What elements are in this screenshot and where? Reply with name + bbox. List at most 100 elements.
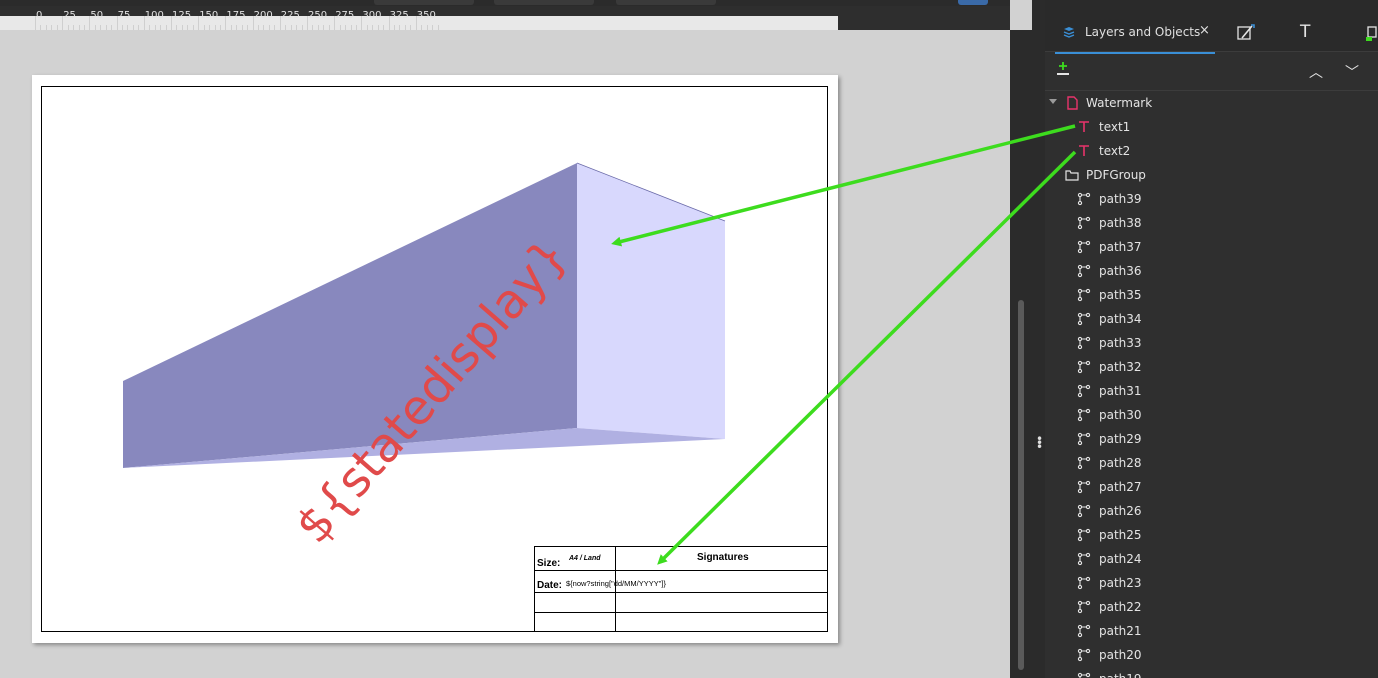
title-block-row-line bbox=[535, 612, 827, 613]
ruler-tick bbox=[279, 16, 281, 30]
ruler-tick bbox=[62, 16, 64, 30]
ruler-tick bbox=[307, 16, 308, 30]
object-row[interactable]: path28 bbox=[1045, 451, 1378, 475]
layers-icon bbox=[1063, 27, 1075, 38]
close-icon[interactable]: × bbox=[1199, 23, 1210, 38]
tree-item-label: path25 bbox=[1099, 528, 1142, 542]
ruler-tick-label: 200 bbox=[253, 10, 273, 21]
ruler-tick-label: 325 bbox=[389, 10, 409, 21]
layers-toolbar: ︿ ﹀ bbox=[1045, 52, 1378, 91]
tree-item-label: path22 bbox=[1099, 600, 1142, 614]
object-row[interactable]: path29 bbox=[1045, 427, 1378, 451]
tab-layers-and-objects[interactable]: Layers and Objects × bbox=[1055, 14, 1215, 54]
ruler-tick-label: 0 bbox=[36, 10, 43, 21]
tree-item-label: path37 bbox=[1099, 240, 1142, 254]
toolbar-button[interactable] bbox=[616, 0, 716, 5]
vertical-scrollbar[interactable] bbox=[1010, 30, 1032, 678]
tree-item-label: text1 bbox=[1099, 120, 1131, 134]
ruler-tick-label: 175 bbox=[226, 10, 246, 21]
object-row[interactable]: path33 bbox=[1045, 331, 1378, 355]
ruler-tick bbox=[415, 16, 417, 30]
tree-item-label: path20 bbox=[1099, 648, 1142, 662]
object-row[interactable]: path36 bbox=[1045, 259, 1378, 283]
ruler-tick bbox=[143, 16, 145, 30]
scrollbar-thumb[interactable] bbox=[1018, 300, 1024, 670]
layers-tree[interactable]: Watermark text1 text2 PDFGroup path39 path38 p… bbox=[1045, 91, 1378, 678]
object-row[interactable]: path22 bbox=[1045, 595, 1378, 619]
more-tabs-icon[interactable] bbox=[1366, 24, 1378, 42]
panel-tab-bar: Layers and Objects × T bbox=[1045, 0, 1378, 54]
tab-layers-label: Layers and Objects bbox=[1085, 25, 1201, 39]
object-row[interactable]: path21 bbox=[1045, 619, 1378, 643]
ruler-tick-label: 250 bbox=[308, 10, 328, 21]
object-row[interactable]: path35 bbox=[1045, 283, 1378, 307]
tree-item-label: path26 bbox=[1099, 504, 1142, 518]
object-row[interactable]: text2 bbox=[1045, 139, 1378, 163]
object-row[interactable]: path19 bbox=[1045, 667, 1378, 678]
ruler-tick-label: 50 bbox=[90, 10, 104, 21]
ruler-tick-label: 225 bbox=[280, 10, 300, 21]
size-label: Size: bbox=[537, 558, 561, 569]
ruler-tick bbox=[116, 16, 118, 30]
tree-item-label: PDFGroup bbox=[1086, 168, 1146, 182]
document-page[interactable]: ${statedisplay} Size: A4 / Land Signatur… bbox=[32, 75, 838, 643]
ruler-tick-label: 125 bbox=[172, 10, 192, 21]
ruler-tick bbox=[334, 16, 336, 30]
title-block-row-line bbox=[535, 570, 827, 571]
object-row[interactable]: path31 bbox=[1045, 379, 1378, 403]
tree-item-label: Watermark bbox=[1086, 96, 1153, 110]
object-row[interactable]: path30 bbox=[1045, 403, 1378, 427]
drawing-canvas[interactable]: ${statedisplay} Size: A4 / Land Signatur… bbox=[0, 30, 1010, 678]
object-row[interactable]: path20 bbox=[1045, 643, 1378, 667]
ruler-tick bbox=[361, 16, 363, 30]
tree-item-label: path28 bbox=[1099, 456, 1142, 470]
layers-panel: Layers and Objects × T ︿ ﹀ Watermark text… bbox=[1045, 0, 1378, 678]
add-layer-icon[interactable] bbox=[1054, 60, 1072, 78]
ruler-outside-page bbox=[838, 6, 1010, 30]
object-row[interactable]: path26 bbox=[1045, 499, 1378, 523]
ruler-tick bbox=[252, 16, 254, 30]
ruler-tick-label: 100 bbox=[144, 10, 164, 21]
date-value: ${now?string["dd/MM/YYYY"]} bbox=[566, 579, 666, 588]
tree-item-label: path21 bbox=[1099, 624, 1142, 638]
ruler-tick bbox=[198, 16, 200, 30]
tree-item-label: path30 bbox=[1099, 408, 1142, 422]
object-row[interactable]: path37 bbox=[1045, 235, 1378, 259]
group-row[interactable]: PDFGroup bbox=[1045, 163, 1378, 187]
object-row[interactable]: text1 bbox=[1045, 115, 1378, 139]
ruler-tick-label: 350 bbox=[416, 10, 436, 21]
ruler-tick bbox=[225, 16, 227, 30]
chevron-down-icon[interactable]: ﹀ bbox=[1345, 62, 1359, 82]
tree-item-label: path38 bbox=[1099, 216, 1142, 230]
splitter-handle-icon[interactable]: • • • bbox=[1036, 433, 1043, 453]
tree-item-label: path19 bbox=[1099, 672, 1142, 678]
date-label: Date: bbox=[537, 580, 563, 591]
text-tool-tab-icon[interactable]: T bbox=[1300, 22, 1310, 42]
horizontal-ruler[interactable]: 0 25 50 75 100 125 150 175 200 225 250 275 300 325 350 bbox=[0, 6, 1010, 30]
toolbar-button[interactable] bbox=[494, 0, 594, 5]
expand-triangle-icon[interactable] bbox=[1049, 99, 1057, 104]
xml-editor-icon[interactable] bbox=[1235, 22, 1257, 44]
object-row[interactable]: path27 bbox=[1045, 475, 1378, 499]
size-value: A4 / Land bbox=[569, 555, 601, 562]
ruler-tick-label: 25 bbox=[63, 10, 76, 21]
toolbar-button[interactable] bbox=[374, 0, 474, 5]
title-block-row-line bbox=[535, 592, 827, 593]
object-row[interactable]: path23 bbox=[1045, 571, 1378, 595]
chevron-up-icon[interactable]: ︿ bbox=[1309, 62, 1323, 82]
toolbar-button[interactable] bbox=[958, 0, 988, 5]
panel-splitter[interactable]: • • • bbox=[1032, 0, 1045, 678]
ruler-tick bbox=[89, 16, 91, 30]
shape-right-face[interactable] bbox=[577, 163, 725, 439]
object-row[interactable]: path25 bbox=[1045, 523, 1378, 547]
object-row[interactable]: path34 bbox=[1045, 307, 1378, 331]
object-row[interactable]: path32 bbox=[1045, 355, 1378, 379]
object-row[interactable]: path38 bbox=[1045, 211, 1378, 235]
layer-row[interactable]: Watermark bbox=[1045, 91, 1378, 115]
ruler-tick bbox=[388, 16, 390, 30]
object-row[interactable]: path39 bbox=[1045, 187, 1378, 211]
ruler-tick bbox=[35, 16, 36, 30]
title-block-divider bbox=[615, 547, 616, 631]
ruler-tick-label: 300 bbox=[362, 10, 382, 21]
object-row[interactable]: path24 bbox=[1045, 547, 1378, 571]
